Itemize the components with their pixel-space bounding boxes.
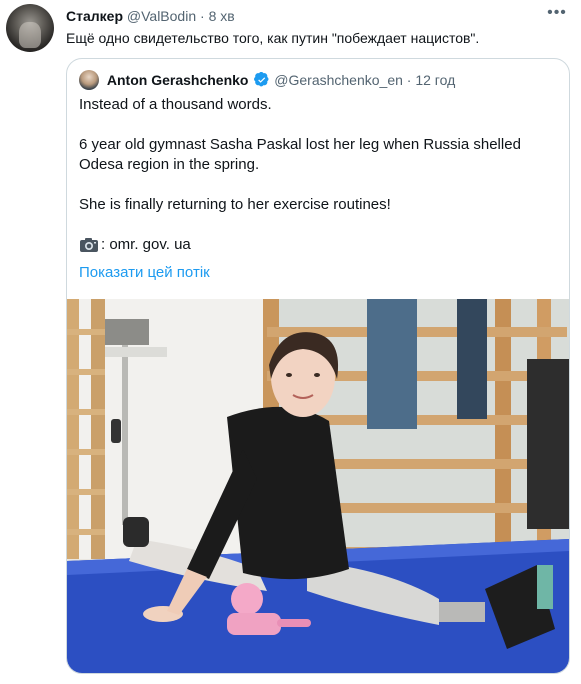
quoted-time[interactable]: 12 год [415, 72, 455, 88]
show-thread-link[interactable]: Показати цей потік [79, 263, 210, 283]
quoted-paragraph: She is finally returning to her exercise… [79, 196, 391, 213]
attached-photo[interactable] [67, 299, 569, 674]
tweet[interactable]: Сталкер @ValBodin · 8 хв ••• Ещё одно св… [0, 0, 581, 684]
verified-badge-icon [254, 72, 269, 87]
separator-dot: · [200, 8, 205, 24]
quoted-author-handle[interactable]: @Gerashchenko_en [274, 72, 403, 88]
quoted-author-avatar[interactable] [79, 70, 99, 90]
quoted-paragraph: Instead of a thousand words. [79, 96, 272, 113]
camera-icon [80, 238, 98, 252]
quoted-separator-dot: · [406, 72, 412, 88]
quoted-text: Instead of a thousand words. 6 year old … [79, 95, 555, 255]
photo-credit: : omr. gov. ua [101, 236, 191, 253]
quoted-paragraph: 6 year old gymnast Sasha Paskal lost her… [79, 136, 521, 173]
quoted-header: Anton Gerashchenko @Gerashchenko_en · 12… [79, 69, 559, 91]
photo-credit-line: : omr. gov. ua [79, 235, 555, 255]
tweet-text: Ещё одно свидетельство того, как путин "… [66, 30, 480, 46]
more-icon[interactable]: ••• [547, 5, 567, 26]
quoted-author-name[interactable]: Anton Gerashchenko [107, 72, 249, 88]
author-name[interactable]: Сталкер [66, 8, 123, 24]
author-handle[interactable]: @ValBodin [127, 8, 196, 24]
tweet-time[interactable]: 8 хв [209, 8, 235, 24]
tweet-header: Сталкер @ValBodin · 8 хв [66, 6, 541, 26]
quoted-tweet[interactable]: Anton Gerashchenko @Gerashchenko_en · 12… [66, 58, 570, 674]
author-avatar[interactable] [6, 4, 54, 52]
